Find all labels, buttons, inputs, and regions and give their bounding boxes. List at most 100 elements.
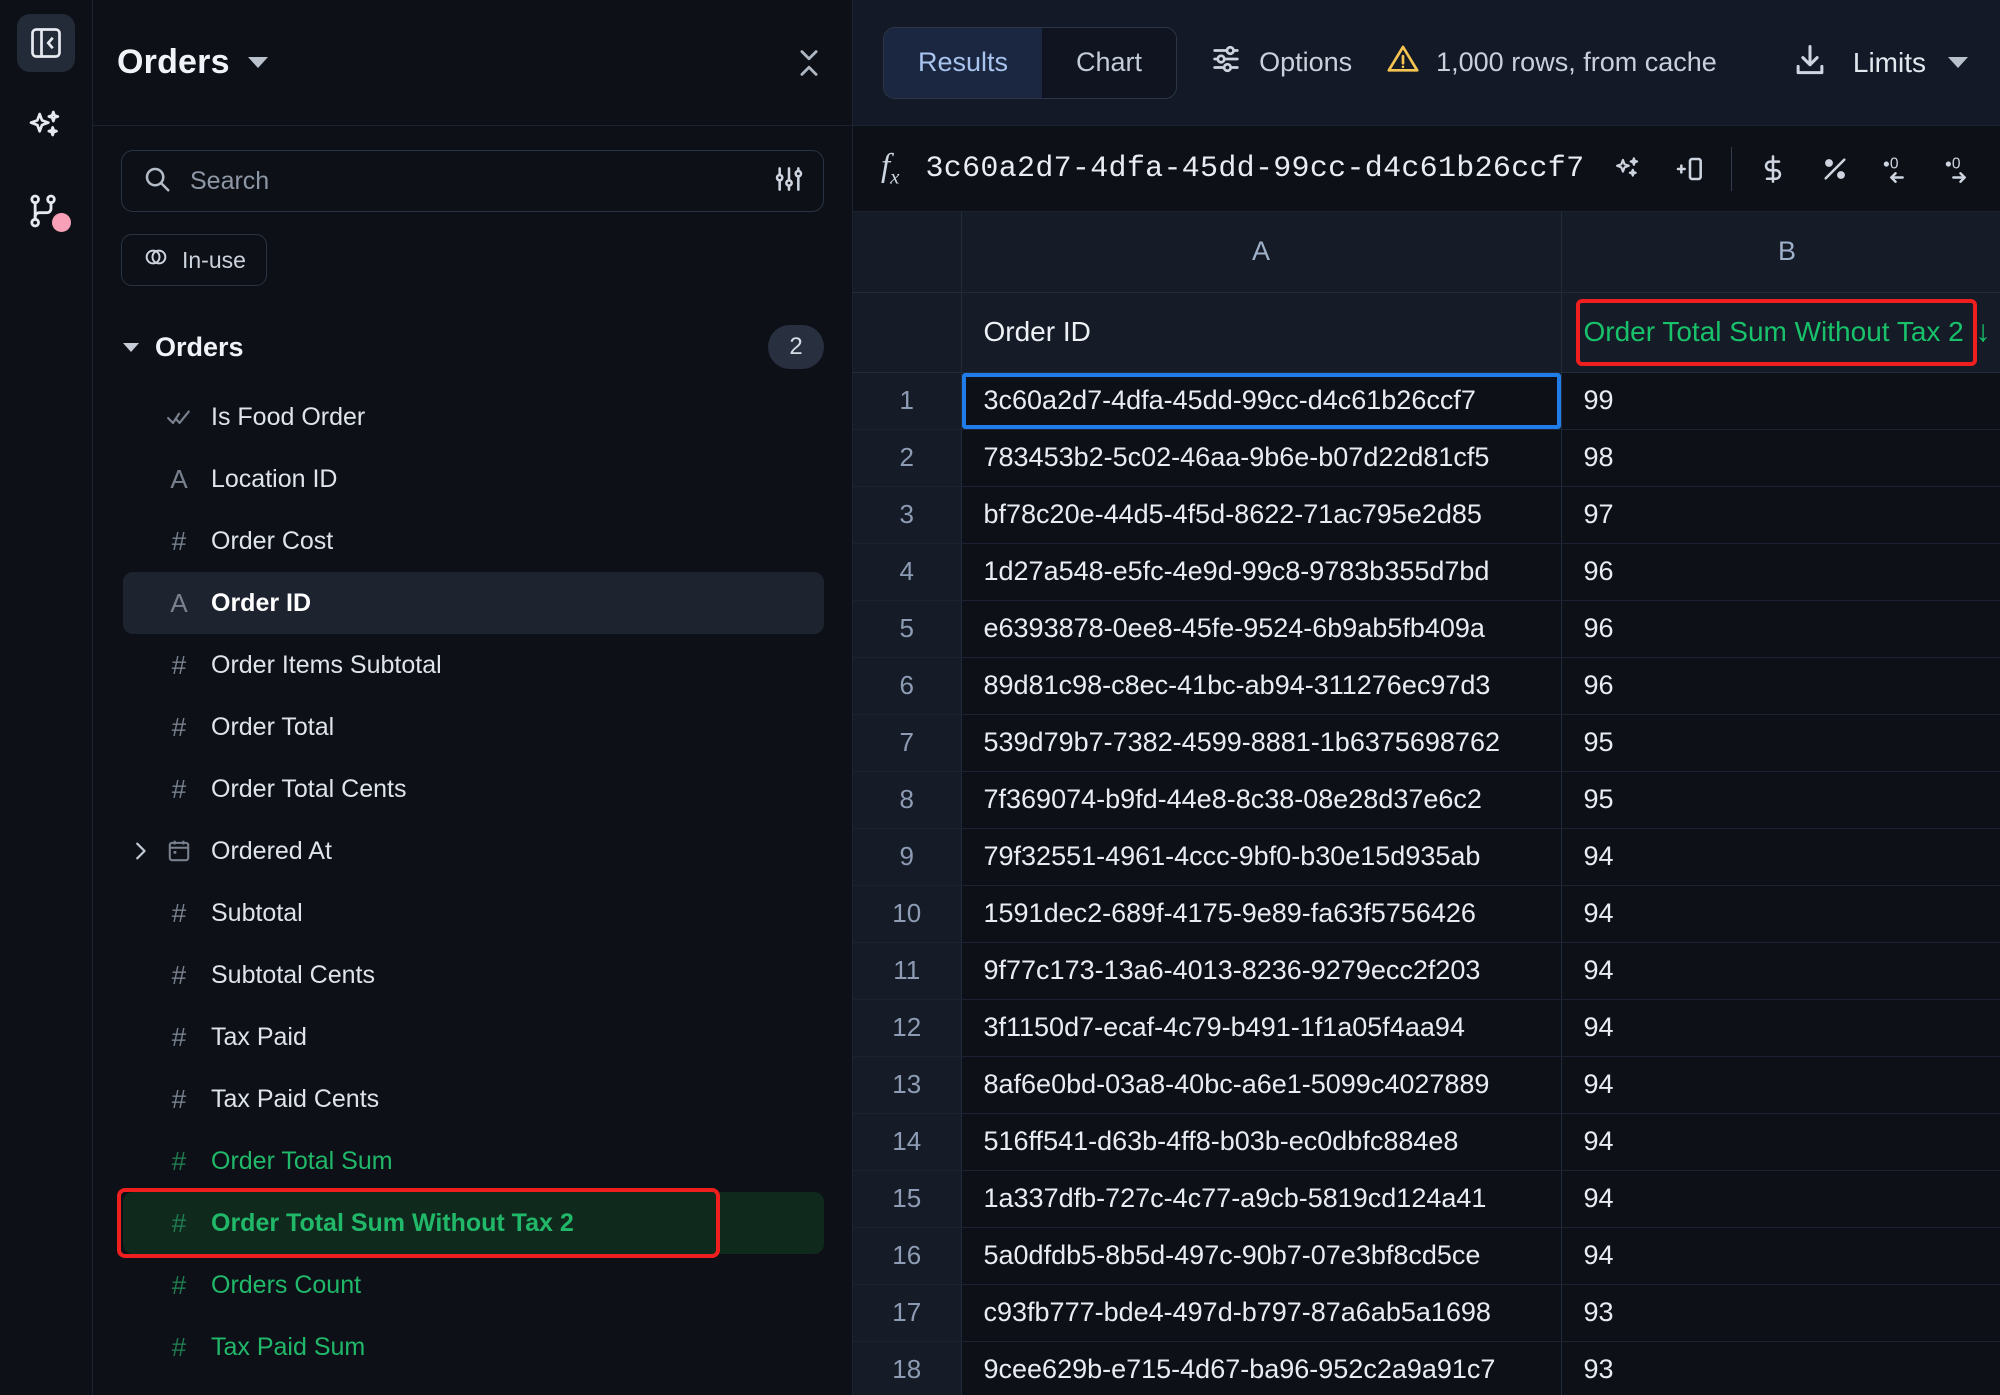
cell-b[interactable]: 96 bbox=[1561, 600, 2000, 658]
cell-a[interactable]: 783453b2-5c02-46aa-9b6e-b07d22d81cf5 bbox=[961, 429, 1562, 487]
field-item-order-total-sum[interactable]: # Order Total Sum bbox=[123, 1130, 824, 1192]
cell-a[interactable]: 3c60a2d7-4dfa-45dd-99cc-d4c61b26ccf7 bbox=[961, 372, 1562, 430]
cell-a[interactable]: 539d79b7-7382-4599-8881-1b6375698762 bbox=[961, 714, 1562, 772]
column-letter-b[interactable]: B bbox=[1561, 212, 2000, 293]
search-box[interactable] bbox=[121, 150, 824, 212]
arrow-down-icon[interactable]: ↓ bbox=[1976, 315, 1991, 349]
field-item-orders-count[interactable]: # Orders Count bbox=[123, 1254, 824, 1316]
table-row[interactable]: 17 c93fb777-bde4-497d-b797-87a6ab5a1698 93 bbox=[853, 1284, 2000, 1342]
group-header[interactable]: Orders 2 bbox=[93, 324, 852, 370]
cell-b[interactable]: 98 bbox=[1561, 429, 2000, 487]
cell-a[interactable]: 5a0dfdb5-8b5d-497c-90b7-07e3bf8cd5ce bbox=[961, 1227, 1562, 1285]
results-grid[interactable]: A B Order ID Order Total Sum Without Tax… bbox=[853, 212, 2000, 1395]
search-input[interactable] bbox=[190, 166, 773, 196]
cell-a[interactable]: 3f1150d7-ecaf-4c79-b491-1f1a05f4aa94 bbox=[961, 999, 1562, 1057]
download-button[interactable] bbox=[1781, 34, 1839, 92]
table-row[interactable]: 5 e6393878-0ee8-45fe-9524-6b9ab5fb409a 96 bbox=[853, 600, 2000, 658]
field-item-order-cost[interactable]: # Order Cost bbox=[123, 510, 824, 572]
currency-format-icon[interactable] bbox=[1742, 138, 1804, 200]
rail-item-ai[interactable] bbox=[17, 98, 75, 156]
cell-a[interactable]: 8af6e0bd-03a8-40bc-a6e1-5099c4027889 bbox=[961, 1056, 1562, 1114]
field-header-order-total-sum-without-tax-2[interactable]: Order Total Sum Without Tax 2 ↓ bbox=[1561, 292, 2000, 373]
cell-a[interactable]: 1d27a548-e5fc-4e9d-99c8-9783b355d7bd bbox=[961, 543, 1562, 601]
cell-a[interactable]: 9cee629b-e715-4d67-ba96-952c2a9a91c7 bbox=[961, 1341, 1562, 1395]
cell-a[interactable]: 516ff541-d63b-4ff8-b03b-ec0dbfc884e8 bbox=[961, 1113, 1562, 1171]
cell-a[interactable]: 1a337dfb-727c-4c77-a9cb-5819cd124a41 bbox=[961, 1170, 1562, 1228]
table-row[interactable]: 11 9f77c173-13a6-4013-8236-9279ecc2f203 94 bbox=[853, 942, 2000, 1000]
tab-chart[interactable]: Chart bbox=[1042, 27, 1177, 98]
cell-b[interactable]: 94 bbox=[1561, 828, 2000, 886]
limits-dropdown[interactable]: Limits bbox=[1853, 47, 1968, 79]
rail-item-branches[interactable] bbox=[17, 182, 75, 240]
cell-a[interactable]: bf78c20e-44d5-4f5d-8622-71ac795e2d85 bbox=[961, 486, 1562, 544]
percent-format-icon[interactable] bbox=[1804, 138, 1866, 200]
table-row[interactable]: 7 539d79b7-7382-4599-8881-1b6375698762 95 bbox=[853, 714, 2000, 772]
table-row[interactable]: 14 516ff541-d63b-4ff8-b03b-ec0dbfc884e8 94 bbox=[853, 1113, 2000, 1171]
cell-b[interactable]: 94 bbox=[1561, 942, 2000, 1000]
table-row[interactable]: 12 3f1150d7-ecaf-4c79-b491-1f1a05f4aa94 94 bbox=[853, 999, 2000, 1057]
table-row[interactable]: 15 1a337dfb-727c-4c77-a9cb-5819cd124a41 94 bbox=[853, 1170, 2000, 1228]
chevron-down-icon[interactable] bbox=[247, 57, 268, 68]
cell-a[interactable]: c93fb777-bde4-497d-b797-87a6ab5a1698 bbox=[961, 1284, 1562, 1342]
cell-b[interactable]: 96 bbox=[1561, 657, 2000, 715]
decrease-decimal-icon[interactable]: 0 bbox=[1866, 138, 1928, 200]
insert-column-icon[interactable] bbox=[1659, 138, 1721, 200]
cell-a[interactable]: 1591dec2-689f-4175-9e89-fa63f5756426 bbox=[961, 885, 1562, 943]
field-item-order-id[interactable]: A Order ID bbox=[123, 572, 824, 634]
cell-a[interactable]: 89d81c98-c8ec-41bc-ab94-311276ec97d3 bbox=[961, 657, 1562, 715]
table-row[interactable]: 10 1591dec2-689f-4175-9e89-fa63f5756426 94 bbox=[853, 885, 2000, 943]
field-item-ordered-at[interactable]: Ordered At bbox=[123, 820, 824, 882]
field-item-tax-paid-sum[interactable]: # Tax Paid Sum bbox=[123, 1316, 824, 1378]
cell-b[interactable]: 95 bbox=[1561, 771, 2000, 829]
field-item-order-items-subtotal[interactable]: # Order Items Subtotal bbox=[123, 634, 824, 696]
table-row[interactable]: 9 79f32551-4961-4ccc-9bf0-b30e15d935ab 94 bbox=[853, 828, 2000, 886]
table-row[interactable]: 13 8af6e0bd-03a8-40bc-a6e1-5099c4027889 94 bbox=[853, 1056, 2000, 1114]
cell-a[interactable]: e6393878-0ee8-45fe-9524-6b9ab5fb409a bbox=[961, 600, 1562, 658]
table-row[interactable]: 4 1d27a548-e5fc-4e9d-99c8-9783b355d7bd 96 bbox=[853, 543, 2000, 601]
field-item-location-id[interactable]: A Location ID bbox=[123, 448, 824, 510]
chevron-right-icon[interactable] bbox=[123, 840, 157, 862]
cell-a[interactable]: 9f77c173-13a6-4013-8236-9279ecc2f203 bbox=[961, 942, 1562, 1000]
table-row[interactable]: 2 783453b2-5c02-46aa-9b6e-b07d22d81cf5 98 bbox=[853, 429, 2000, 487]
cell-b[interactable]: 94 bbox=[1561, 999, 2000, 1057]
cell-b[interactable]: 94 bbox=[1561, 1170, 2000, 1228]
cell-b[interactable]: 93 bbox=[1561, 1341, 2000, 1395]
view-mode-toggle: Results Chart bbox=[883, 26, 1178, 99]
formula-value[interactable]: 3c60a2d7-4dfa-45dd-99cc-d4c61b26ccf7 bbox=[926, 152, 1598, 186]
cell-a[interactable]: 79f32551-4961-4ccc-9bf0-b30e15d935ab bbox=[961, 828, 1562, 886]
sliders-icon[interactable] bbox=[773, 163, 805, 200]
cell-b[interactable]: 95 bbox=[1561, 714, 2000, 772]
cell-b[interactable]: 94 bbox=[1561, 885, 2000, 943]
field-item-tax-paid-cents[interactable]: # Tax Paid Cents bbox=[123, 1068, 824, 1130]
cell-b[interactable]: 99 bbox=[1561, 372, 2000, 430]
cell-a[interactable]: 7f369074-b9fd-44e8-8c38-08e28d37e6c2 bbox=[961, 771, 1562, 829]
table-row[interactable]: 8 7f369074-b9fd-44e8-8c38-08e28d37e6c2 95 bbox=[853, 771, 2000, 829]
field-header-order-id[interactable]: Order ID bbox=[961, 292, 1562, 373]
field-item-subtotal[interactable]: # Subtotal bbox=[123, 882, 824, 944]
cell-b[interactable]: 94 bbox=[1561, 1227, 2000, 1285]
field-item-subtotal-cents[interactable]: # Subtotal Cents bbox=[123, 944, 824, 1006]
increase-decimal-icon[interactable]: 0 bbox=[1928, 138, 1990, 200]
field-item-order-total-cents[interactable]: # Order Total Cents bbox=[123, 758, 824, 820]
options-button[interactable]: Options bbox=[1209, 42, 1352, 83]
cell-b[interactable]: 96 bbox=[1561, 543, 2000, 601]
table-row[interactable]: 6 89d81c98-c8ec-41bc-ab94-311276ec97d3 96 bbox=[853, 657, 2000, 715]
table-row[interactable]: 16 5a0dfdb5-8b5d-497c-90b7-07e3bf8cd5ce 94 bbox=[853, 1227, 2000, 1285]
panel-collapse-button[interactable] bbox=[17, 14, 75, 72]
tab-results[interactable]: Results bbox=[884, 27, 1043, 98]
cell-b[interactable]: 94 bbox=[1561, 1056, 2000, 1114]
collapse-vertical-icon[interactable] bbox=[792, 46, 826, 80]
column-letter-a[interactable]: A bbox=[961, 212, 1562, 293]
field-item-order-total-sum-without-tax-2[interactable]: # Order Total Sum Without Tax 2 bbox=[117, 1188, 824, 1258]
cell-b[interactable]: 93 bbox=[1561, 1284, 2000, 1342]
table-row[interactable]: 1 3c60a2d7-4dfa-45dd-99cc-d4c61b26ccf7 99 bbox=[853, 372, 2000, 430]
table-row[interactable]: 3 bf78c20e-44d5-4f5d-8622-71ac795e2d85 97 bbox=[853, 486, 2000, 544]
in-use-filter-chip[interactable]: In-use bbox=[121, 234, 267, 286]
cell-b[interactable]: 94 bbox=[1561, 1113, 2000, 1171]
field-item-is-food-order[interactable]: Is Food Order bbox=[123, 386, 824, 448]
field-item-tax-paid[interactable]: # Tax Paid bbox=[123, 1006, 824, 1068]
field-item-order-total[interactable]: # Order Total bbox=[123, 696, 824, 758]
ai-sparkles-icon[interactable] bbox=[1597, 138, 1659, 200]
table-row[interactable]: 18 9cee629b-e715-4d67-ba96-952c2a9a91c7 93 bbox=[853, 1341, 2000, 1395]
cell-b[interactable]: 97 bbox=[1561, 486, 2000, 544]
